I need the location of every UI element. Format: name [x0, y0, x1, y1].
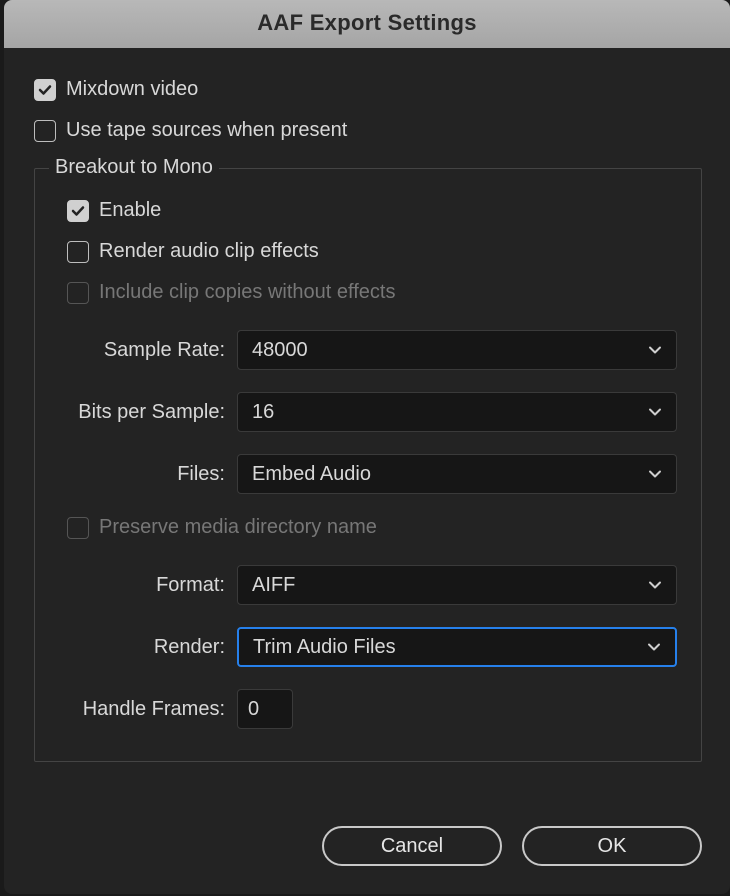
preserve-media-dir-checkbox — [67, 517, 89, 539]
sample-rate-value: 48000 — [252, 339, 308, 362]
dialog-content: Mixdown video Use tape sources when pres… — [4, 48, 730, 786]
chevron-down-icon — [648, 401, 662, 424]
format-select[interactable]: AIFF — [237, 565, 677, 605]
format-label: Format: — [67, 574, 237, 597]
handle-frames-input[interactable]: 0 — [237, 689, 293, 729]
enable-label: Enable — [99, 199, 161, 222]
check-icon — [37, 82, 53, 98]
bits-per-sample-label: Bits per Sample: — [67, 401, 237, 424]
bits-per-sample-value: 16 — [252, 401, 274, 424]
format-value: AIFF — [252, 574, 295, 597]
handle-frames-value: 0 — [248, 698, 259, 721]
chevron-down-icon — [648, 463, 662, 486]
sample-rate-select[interactable]: 48000 — [237, 330, 677, 370]
render-select[interactable]: Trim Audio Files — [237, 627, 677, 667]
bits-per-sample-select[interactable]: 16 — [237, 392, 677, 432]
render-audio-effects-checkbox[interactable] — [67, 241, 89, 263]
include-clip-copies-checkbox — [67, 282, 89, 304]
files-value: Embed Audio — [252, 463, 371, 486]
ok-button[interactable]: OK — [522, 826, 702, 866]
aaf-export-dialog: AAF Export Settings Mixdown video Use ta… — [4, 0, 730, 894]
use-tape-sources-checkbox[interactable] — [34, 120, 56, 142]
chevron-down-icon — [648, 339, 662, 362]
breakout-legend: Breakout to Mono — [49, 156, 219, 179]
mixdown-video-checkbox[interactable] — [34, 79, 56, 101]
chevron-down-icon — [647, 636, 661, 659]
mixdown-video-label: Mixdown video — [66, 78, 198, 101]
render-value: Trim Audio Files — [253, 636, 396, 659]
include-clip-copies-label: Include clip copies without effects — [99, 281, 395, 304]
files-label: Files: — [67, 463, 237, 486]
render-label: Render: — [67, 636, 237, 659]
files-select[interactable]: Embed Audio — [237, 454, 677, 494]
dialog-footer: Cancel OK — [4, 786, 730, 894]
enable-checkbox[interactable] — [67, 200, 89, 222]
chevron-down-icon — [648, 574, 662, 597]
dialog-title: AAF Export Settings — [4, 0, 730, 48]
check-icon — [70, 203, 86, 219]
use-tape-sources-label: Use tape sources when present — [66, 119, 347, 142]
render-audio-effects-label: Render audio clip effects — [99, 240, 319, 263]
cancel-button[interactable]: Cancel — [322, 826, 502, 866]
handle-frames-label: Handle Frames: — [67, 698, 237, 721]
sample-rate-label: Sample Rate: — [67, 339, 237, 362]
breakout-fieldset: Breakout to Mono Enable Render audio cli… — [34, 168, 702, 762]
preserve-media-dir-label: Preserve media directory name — [99, 516, 377, 539]
